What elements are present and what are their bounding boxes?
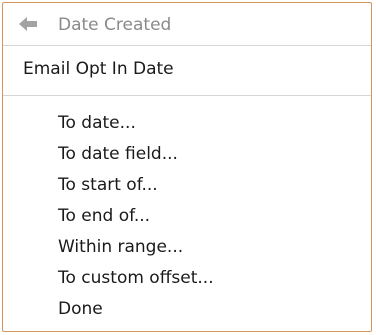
divider <box>3 45 371 46</box>
back-button[interactable]: Date Created <box>3 3 371 45</box>
done-button[interactable]: Done <box>58 299 103 319</box>
option-to-date-field[interactable]: To date field... <box>58 144 178 164</box>
option-within-range[interactable]: Within range... <box>58 237 183 257</box>
option-to-custom-offset[interactable]: To custom offset... <box>58 268 214 288</box>
back-label: Date Created <box>58 15 172 35</box>
divider <box>3 95 371 96</box>
option-to-end-of[interactable]: To end of... <box>58 206 150 226</box>
option-to-date[interactable]: To date... <box>58 113 136 133</box>
option-to-start-of[interactable]: To start of... <box>58 175 158 195</box>
date-filter-menu: Date Created Email Opt In Date To date..… <box>2 2 372 332</box>
arrow-left-icon <box>18 16 38 32</box>
section-title: Email Opt In Date <box>23 59 174 79</box>
